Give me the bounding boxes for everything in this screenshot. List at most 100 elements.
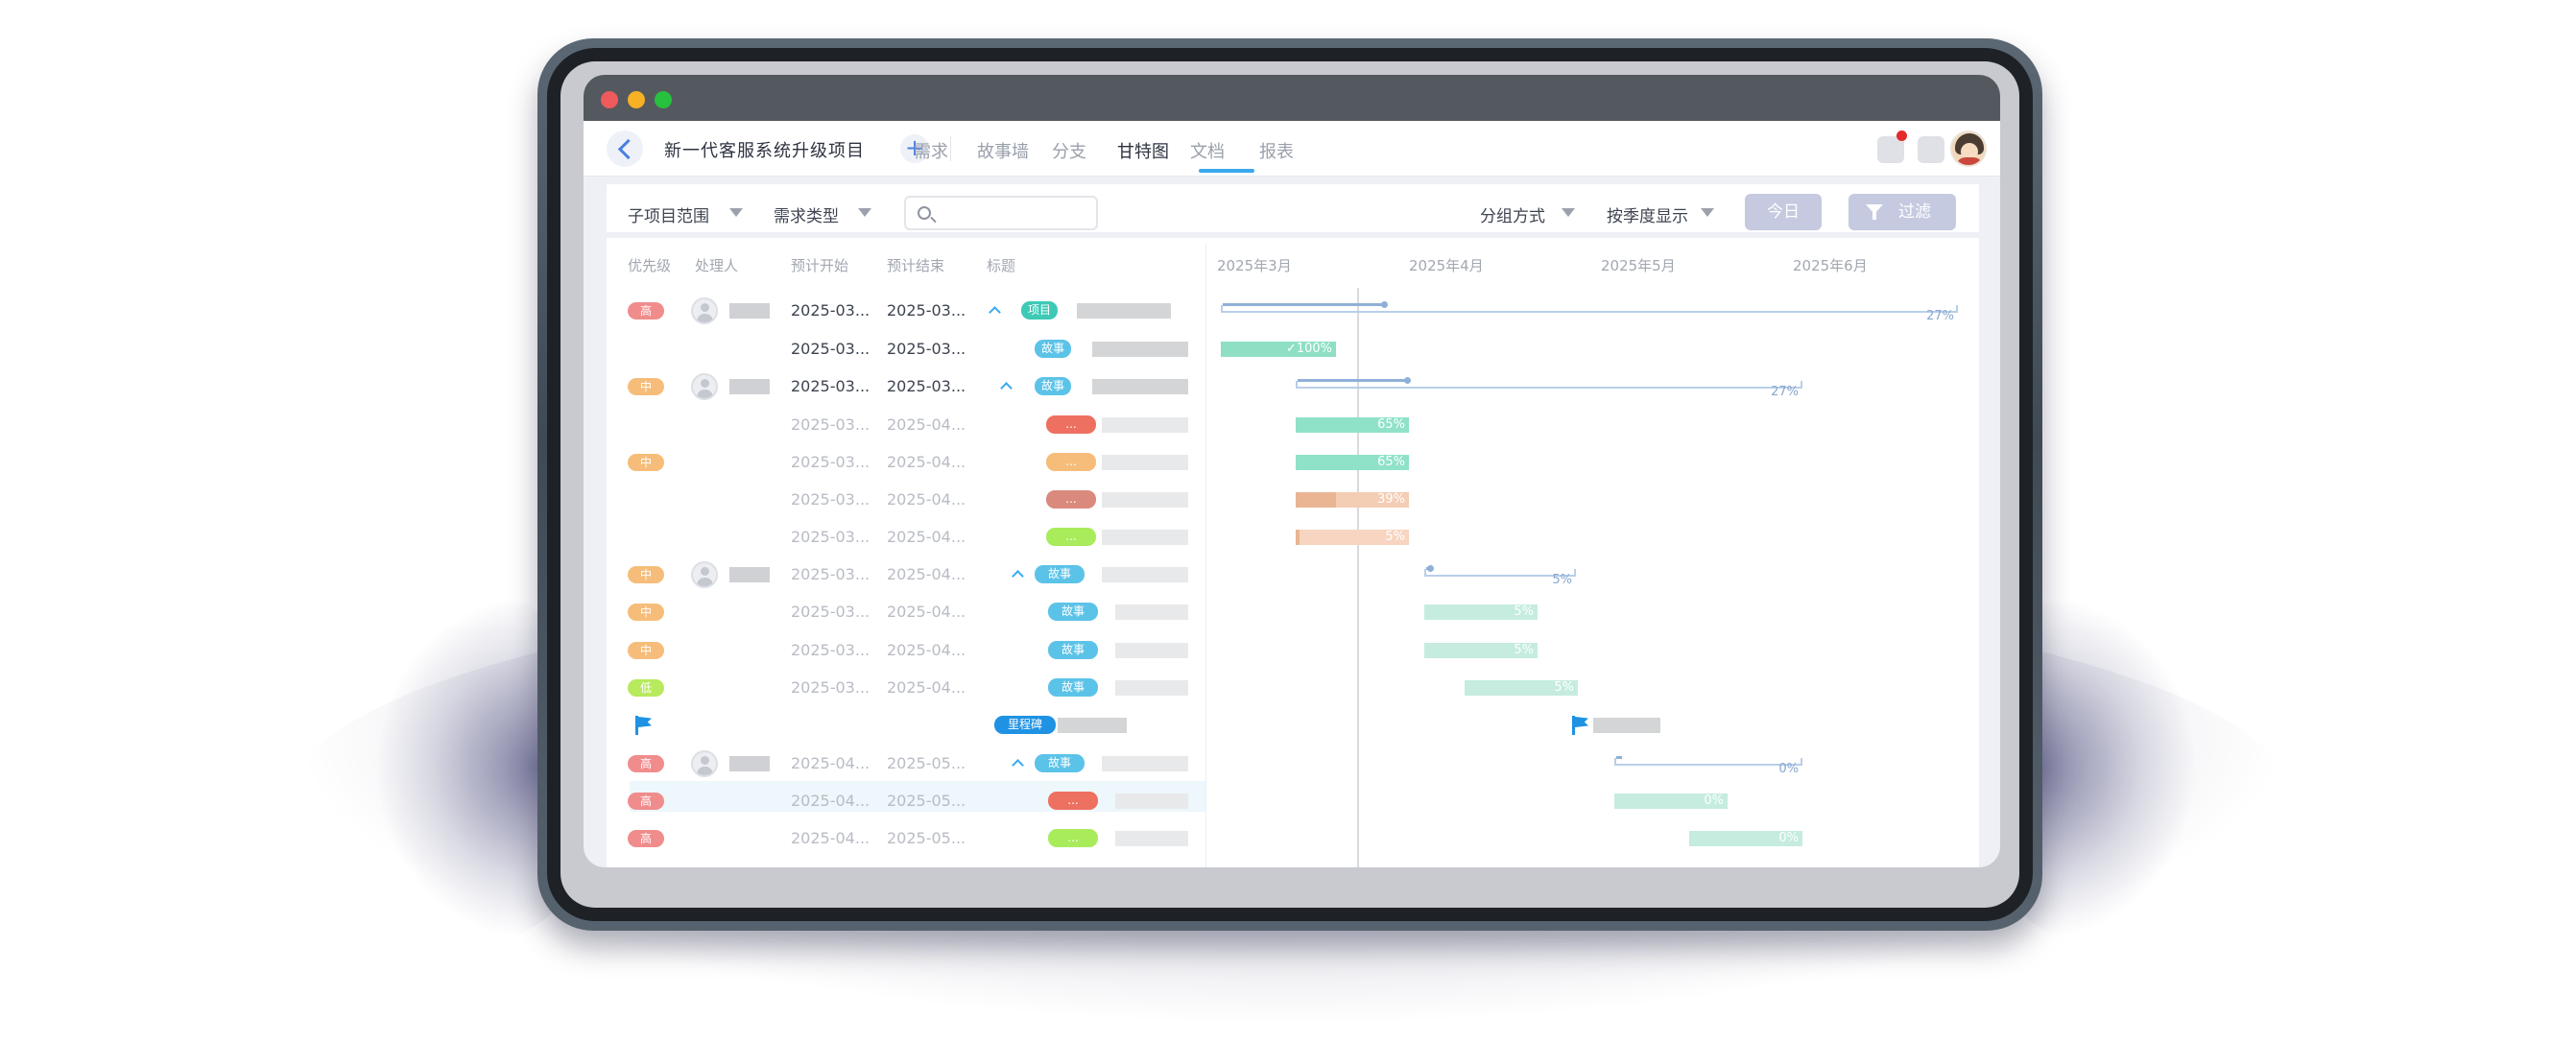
gantt-task-bar[interactable]: 5% <box>1465 680 1578 696</box>
gantt-summary-track[interactable] <box>1296 379 1802 389</box>
chevron-up-icon[interactable] <box>1012 570 1024 582</box>
milestone-flag-icon[interactable] <box>1572 716 1589 735</box>
gantt-task-progress <box>1424 604 1428 620</box>
planned-start-date: 2025-04... <box>791 829 871 847</box>
type-tag[interactable]: 故事 <box>1048 678 1098 697</box>
close-window-button[interactable] <box>601 91 618 108</box>
priority-badge[interactable]: 高 <box>628 793 664 810</box>
planned-start-date: 2025-03... <box>791 565 871 583</box>
item-title[interactable] <box>1102 530 1188 545</box>
planned-start-date: 2025-04... <box>791 754 871 772</box>
header-priority: 优先级 <box>628 257 672 274</box>
type-tag[interactable]: 故事 <box>1048 603 1098 621</box>
item-title[interactable] <box>1102 756 1188 771</box>
assignee-avatar-icon[interactable] <box>691 297 718 324</box>
chevron-up-icon[interactable] <box>989 306 1001 319</box>
item-title[interactable] <box>1115 643 1188 658</box>
item-title[interactable] <box>1102 455 1188 470</box>
subproject-scope-dropdown[interactable]: 子项目范围 <box>628 202 709 226</box>
display-mode-dropdown[interactable]: 按季度显示 <box>1607 202 1688 226</box>
tab-1[interactable]: 故事墙 <box>977 138 1029 163</box>
milestone-title[interactable] <box>1058 718 1127 733</box>
chevron-up-icon[interactable] <box>1000 382 1013 394</box>
chevron-down-icon[interactable] <box>729 208 743 217</box>
item-title[interactable] <box>1115 680 1188 696</box>
tab-2[interactable]: 分支 <box>1052 138 1086 163</box>
tab-4[interactable]: 文档 <box>1190 138 1225 163</box>
tab-3[interactable]: 甘特图 <box>1117 138 1169 163</box>
apps-icon[interactable] <box>1918 136 1944 163</box>
priority-badge[interactable]: 中 <box>628 604 664 621</box>
item-title[interactable] <box>1092 342 1188 357</box>
item-title[interactable] <box>1102 567 1188 582</box>
chevron-up-icon[interactable] <box>1012 759 1024 771</box>
assignee-avatar-icon[interactable] <box>691 750 718 777</box>
type-tag[interactable]: ... <box>1048 792 1098 810</box>
back-arrow-icon[interactable] <box>607 130 643 167</box>
type-tag[interactable]: ... <box>1046 453 1096 471</box>
tab-5[interactable]: 报表 <box>1259 138 1294 163</box>
group-by-dropdown[interactable]: 分组方式 <box>1480 202 1545 226</box>
assignee-name <box>729 303 770 319</box>
month-label: 2025年4月 <box>1409 257 1484 274</box>
assignee-name <box>729 567 770 582</box>
priority-badge[interactable]: 中 <box>628 378 664 395</box>
minimize-window-button[interactable] <box>628 91 645 108</box>
item-title[interactable] <box>1115 793 1188 809</box>
item-title[interactable] <box>1077 303 1171 319</box>
gantt-task-bar[interactable]: 65% <box>1296 455 1409 470</box>
priority-badge[interactable]: 高 <box>628 830 664 847</box>
requirement-type-dropdown[interactable]: 需求类型 <box>774 202 839 226</box>
assignee-avatar-icon[interactable] <box>691 373 718 400</box>
priority-badge[interactable]: 高 <box>628 755 664 772</box>
gantt-task-bar[interactable]: 39% <box>1296 492 1409 508</box>
item-title[interactable] <box>1092 379 1188 394</box>
user-avatar[interactable] <box>1950 130 1987 167</box>
gantt-task-bar[interactable]: 5% <box>1424 643 1538 658</box>
gantt-summary-track[interactable] <box>1221 303 1958 313</box>
item-title[interactable] <box>1115 604 1188 620</box>
header-planned-end: 预计结束 <box>887 257 945 274</box>
gantt-task-bar[interactable]: 5% <box>1424 604 1538 620</box>
gantt-task-bar[interactable]: 0% <box>1614 793 1728 809</box>
planned-start-date: 2025-03... <box>791 603 871 621</box>
priority-badge[interactable]: 低 <box>628 679 664 697</box>
assignee-name <box>729 379 770 394</box>
today-button[interactable]: 今日 <box>1745 194 1822 230</box>
item-title[interactable] <box>1102 417 1188 433</box>
priority-badge[interactable]: 中 <box>628 454 664 471</box>
planned-end-date: 2025-03... <box>887 377 966 395</box>
tab-0[interactable]: 需求 <box>914 138 948 163</box>
gantt-task-progress <box>1296 455 1369 470</box>
type-tag[interactable]: 故事 <box>1035 340 1071 358</box>
filter-button[interactable]: 过滤 <box>1849 194 1956 230</box>
gantt-task-bar[interactable]: 5% <box>1296 530 1409 545</box>
priority-badge[interactable]: 中 <box>628 566 664 583</box>
planned-start-date: 2025-03... <box>791 490 871 509</box>
priority-badge[interactable]: 高 <box>628 302 664 320</box>
priority-badge[interactable]: 中 <box>628 642 664 659</box>
milestone-tag[interactable]: 里程碑 <box>994 716 1056 734</box>
chevron-down-icon[interactable] <box>1562 208 1575 217</box>
chevron-down-icon[interactable] <box>858 208 871 217</box>
type-tag[interactable]: ... <box>1046 528 1096 546</box>
type-tag[interactable]: 故事 <box>1035 565 1085 583</box>
assignee-name <box>729 756 770 771</box>
type-tag[interactable]: 项目 <box>1021 301 1058 320</box>
assignee-avatar-icon[interactable] <box>691 561 718 588</box>
item-title[interactable] <box>1102 492 1188 508</box>
type-tag[interactable]: ... <box>1046 490 1096 509</box>
maximize-window-button[interactable] <box>655 91 672 108</box>
type-tag[interactable]: 故事 <box>1035 754 1085 772</box>
type-tag[interactable]: ... <box>1046 415 1096 434</box>
gantt-task-bar[interactable]: ✓100% <box>1221 342 1336 357</box>
gantt-task-progress <box>1465 680 1468 696</box>
gantt-task-bar[interactable]: 0% <box>1689 831 1802 846</box>
search-input[interactable] <box>904 196 1098 230</box>
type-tag[interactable]: 故事 <box>1035 377 1071 395</box>
item-title[interactable] <box>1115 831 1188 846</box>
chevron-down-icon[interactable] <box>1701 208 1714 217</box>
type-tag[interactable]: ... <box>1048 829 1098 847</box>
type-tag[interactable]: 故事 <box>1048 641 1098 659</box>
gantt-task-bar[interactable]: 65% <box>1296 417 1409 433</box>
